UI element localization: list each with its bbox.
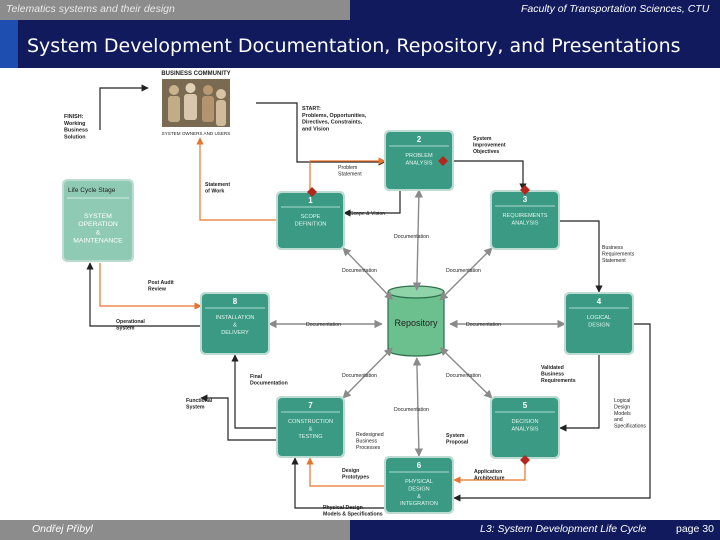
arrow-physical-design-models bbox=[291, 457, 385, 509]
label-physical-design-models: Physical Design Models & Specifications bbox=[323, 505, 383, 517]
title-bar: System Development Documentation, Reposi… bbox=[0, 20, 720, 68]
label-logical-design: Logical Design Models and Specifications bbox=[614, 398, 646, 430]
label-scope-vision: Scope & Vision bbox=[350, 211, 385, 217]
label-doc-8: Documentation bbox=[306, 322, 341, 328]
doc-arrow-2 bbox=[412, 189, 424, 291]
business-community-caption: SYSTEM OWNERS AND USERS bbox=[162, 131, 231, 136]
footer-bar: Ondřej Přibyl L3: System Development Lif… bbox=[0, 520, 720, 540]
title-accent bbox=[0, 20, 18, 68]
arrow-scope-vision bbox=[343, 190, 401, 217]
phase-name: LOGICAL DESIGN bbox=[587, 315, 611, 328]
label-system-improvement: System Improvement Objectives bbox=[473, 136, 506, 155]
phase-number: 4 bbox=[597, 297, 602, 306]
phase-name: DECISION ANALYSIS bbox=[511, 419, 538, 432]
label-final-documentation: Final Documentation bbox=[250, 374, 288, 386]
label-validated: Validated Business Requirements bbox=[541, 365, 576, 384]
arrow-logical-to-decision bbox=[559, 355, 600, 432]
label-doc-4: Documentation bbox=[466, 322, 501, 328]
top-header-bar: Telematics systems and their design Facu… bbox=[0, 0, 720, 20]
label-post-audit: Post Audit Review bbox=[148, 280, 174, 292]
start-label: START: Problems, Opportunities, Directives… bbox=[302, 106, 367, 132]
repository-label: Repository bbox=[394, 318, 438, 328]
label-doc-5: Documentation bbox=[446, 373, 481, 379]
finish-label: FINISH: Working Business Solution bbox=[64, 114, 88, 140]
arrow-construction-to-installation bbox=[231, 354, 277, 429]
label-doc-6: Documentation bbox=[342, 373, 377, 379]
author-name: Ondřej Přibyl bbox=[32, 523, 93, 535]
phase-number: 5 bbox=[523, 401, 528, 410]
phase-number: 7 bbox=[308, 401, 313, 410]
arrow-problem-to-requirements bbox=[453, 160, 527, 191]
sdlc-diagram: Repository 1 SCOPE DEFINITION 2 PROBLEM ANALYS… bbox=[60, 68, 662, 520]
label-operational-system: Operational System bbox=[116, 319, 145, 331]
lecture-name: L3: System Development Life Cycle bbox=[480, 523, 647, 535]
business-community-title: BUSINESS COMMUNITY bbox=[161, 71, 230, 77]
page-number: page 30 bbox=[676, 523, 714, 535]
label-doc-1: Documentation bbox=[394, 234, 429, 240]
phase-box-7: 7CONSTRUCTION & TESTING bbox=[276, 396, 345, 458]
doc-arrow-3 bbox=[439, 247, 493, 301]
arrow-finish-to-community bbox=[99, 84, 149, 130]
phase-number: 3 bbox=[523, 195, 528, 204]
label-business-requirements: Business Requirements Statement bbox=[602, 245, 635, 264]
label-design-prototypes: Design Prototypes bbox=[342, 468, 369, 480]
arrow-statement-of-work bbox=[196, 137, 277, 221]
label-problem-statement: Problem Statement bbox=[338, 165, 362, 177]
phase-box-1: 1SCOPE DEFINITION bbox=[276, 191, 345, 250]
phase-box-4: 4 LOGICAL DESIGN bbox=[564, 292, 634, 355]
phase-number: 8 bbox=[233, 297, 238, 306]
sdlc-diagram-canvas: Repository 1SCOPE DEFINITION 2 PROBLEM ANALYS… bbox=[62, 71, 651, 517]
slide-title: System Development Documentation, Reposi… bbox=[27, 35, 681, 57]
label-system-proposal: System Proposal bbox=[446, 433, 469, 445]
arrow-requirements-to-logical bbox=[559, 220, 603, 293]
phase-number: 2 bbox=[417, 135, 422, 144]
phase-number: 6 bbox=[417, 461, 422, 470]
label-doc-3: Documentation bbox=[446, 268, 481, 274]
phase-box-6: 6PHYSICAL DESIGN & INTEGRATION bbox=[384, 456, 454, 514]
faculty-name: Faculty of Transportation Sciences, CTU bbox=[521, 3, 710, 15]
label-application-arch: Application Architecture bbox=[474, 469, 505, 481]
label-doc-7: Documentation bbox=[394, 407, 429, 413]
label-doc-2: Documentation bbox=[342, 268, 377, 274]
arrow-installation-to-operation bbox=[86, 262, 201, 327]
phase-name: PROBLEM ANALYSIS bbox=[405, 153, 433, 166]
arrow-functional-system bbox=[200, 394, 277, 441]
phase-number: 1 bbox=[308, 196, 313, 205]
page-number-box: page 30 bbox=[664, 520, 720, 540]
course-name: Telematics systems and their design bbox=[6, 3, 175, 15]
label-statement-of-work: Statement of Work bbox=[205, 182, 230, 194]
label-functional-system: Functional System bbox=[186, 398, 213, 410]
phase-box-5: 5 DECISION ANALYSIS bbox=[490, 396, 560, 459]
phase-box-3: 3REQUIREMENTS ANALYSIS bbox=[490, 190, 560, 250]
label-redesigned: Redesigned Business Processes bbox=[356, 432, 384, 451]
business-community-group: BUSINESS COMMUNITY SYSTEM OWNERS AND USER… bbox=[161, 71, 230, 136]
phase-box-8: 8INSTALLATION & DELIVERY bbox=[200, 292, 270, 355]
lifecycle-label: Life Cycle Stage bbox=[68, 187, 116, 194]
lifecycle-stage-box: Life Cycle StageSYSTEM OPERATION & MAINTENA… bbox=[62, 179, 134, 262]
